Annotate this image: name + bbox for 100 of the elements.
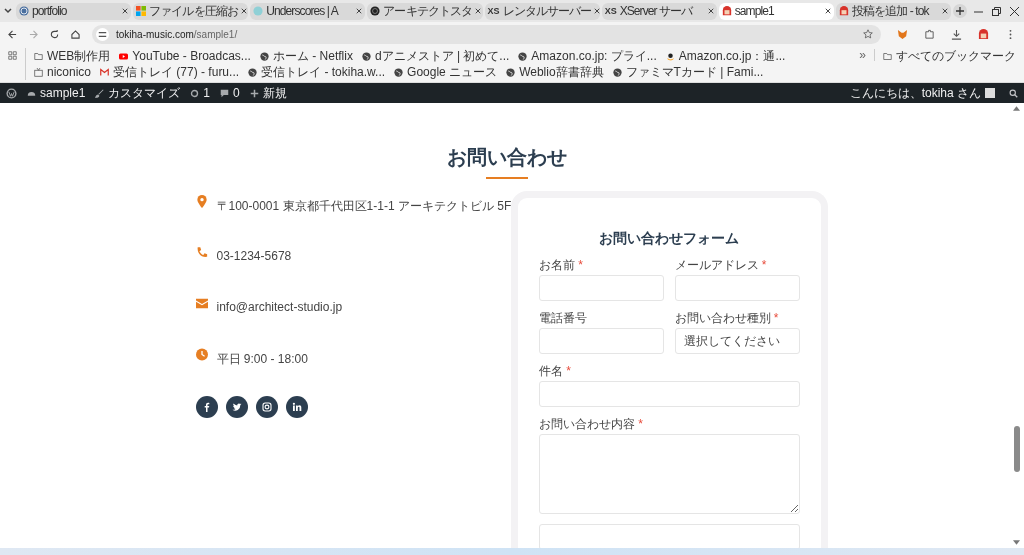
puzzle-icon[interactable] xyxy=(924,28,935,40)
message-field[interactable] xyxy=(539,434,800,514)
admin-menu-item[interactable]: カスタマイズ xyxy=(95,84,181,102)
browser-tab[interactable]: portfolio xyxy=(16,2,132,20)
select-field[interactable]: 選択してください xyxy=(674,328,800,354)
home-icon[interactable] xyxy=(71,29,80,39)
more-bookmarks-button[interactable]: » xyxy=(859,48,866,64)
required-mark: * xyxy=(773,311,779,325)
field-label: 件名 xyxy=(539,364,564,378)
scroll-up-icon[interactable] xyxy=(1013,106,1020,111)
admin-menu-item[interactable]: 0 xyxy=(220,86,240,100)
bird-icon xyxy=(231,402,242,412)
social-button[interactable] xyxy=(285,396,308,418)
bookmark[interactable]: WEB制作用 xyxy=(34,48,111,64)
bookmark[interactable]: YouTube - Broadcas... xyxy=(119,48,251,64)
tab-title: portfolio xyxy=(32,4,67,18)
bookmark[interactable]: Weblio辞書辞典 xyxy=(506,64,604,80)
address-field[interactable]: tokiha-music.com/sample1/ xyxy=(92,24,881,44)
browser-tab[interactable]: XS XServer サーバ xyxy=(601,2,717,20)
bookmark[interactable]: Google ニュース xyxy=(394,64,498,80)
bookmark-label: ホーム - Netflix xyxy=(272,47,353,65)
tv-icon xyxy=(34,67,43,77)
bookmark[interactable]: ファミマTカード | Fami... xyxy=(612,64,764,80)
clock-icon xyxy=(195,348,208,361)
new-tab-button[interactable] xyxy=(953,4,967,18)
field-label: お問い合わせ種別 xyxy=(674,311,771,325)
admin-menu-item[interactable]: 新規 xyxy=(249,84,287,102)
contact-text: info@architect-studio.jp xyxy=(216,300,343,314)
fox-icon[interactable] xyxy=(897,28,908,40)
close-icon[interactable] xyxy=(594,8,601,14)
bookmark[interactable]: 受信トレイ - tokiha.w... xyxy=(248,64,386,80)
close-icon[interactable] xyxy=(240,8,247,14)
close-icon[interactable] xyxy=(707,8,714,14)
input-field[interactable] xyxy=(539,275,664,301)
social-button[interactable] xyxy=(195,396,218,418)
social-button[interactable] xyxy=(255,396,278,418)
bookmark-label: niconico xyxy=(47,65,92,79)
tab-title: ファイルを圧縮お xyxy=(149,2,238,20)
scroll-thumb[interactable] xyxy=(1013,426,1020,472)
close-icon[interactable] xyxy=(475,8,482,14)
close-icon[interactable] xyxy=(356,8,363,14)
close-icon[interactable] xyxy=(942,8,948,14)
browser-tab[interactable]: ファイルを圧縮お xyxy=(133,2,249,20)
map-pin-icon xyxy=(195,195,208,208)
input-field[interactable] xyxy=(539,524,800,548)
bookmark[interactable]: niconico xyxy=(34,64,92,80)
tab-title: XServer サーバ xyxy=(619,2,693,20)
bookmark[interactable]: dアニメストア | 初めて... xyxy=(361,48,510,64)
restore-icon[interactable] xyxy=(992,6,1001,16)
plus-icon xyxy=(249,88,259,98)
greeting[interactable]: こんにちは、tokiha さん xyxy=(849,84,981,102)
admin-menu-item[interactable]: 1 xyxy=(190,86,211,100)
tab-title: レンタルサーバー xyxy=(502,2,592,20)
tab-list-icon[interactable] xyxy=(2,8,14,14)
reload-icon[interactable] xyxy=(50,29,59,39)
download-icon[interactable] xyxy=(951,28,962,40)
browser-tab[interactable]: Underscores | A xyxy=(250,2,366,20)
avatar-icon[interactable] xyxy=(978,28,989,40)
input-field[interactable] xyxy=(539,328,664,354)
apps-grid-icon[interactable] xyxy=(8,51,17,60)
field-label: お名前 xyxy=(539,258,576,272)
avatar-icon xyxy=(838,6,849,16)
bookmark[interactable]: ホーム - Netflix xyxy=(259,48,353,64)
browser-tab[interactable]: sample1 xyxy=(718,2,834,20)
social-button[interactable] xyxy=(225,396,248,418)
wordpress-icon[interactable] xyxy=(6,87,17,99)
required-mark: * xyxy=(638,417,643,431)
browser-tab[interactable]: XS レンタルサーバー xyxy=(484,2,600,20)
contact-text: 03-1234-5678 xyxy=(216,249,292,263)
field-label: お問い合わせ内容 xyxy=(539,417,636,431)
tab-title: 投稿を追加 - tok xyxy=(851,2,929,20)
windows-icon xyxy=(136,6,147,16)
form-title: お問い合わせフォーム xyxy=(598,229,741,248)
comment-icon xyxy=(220,88,230,98)
search-icon[interactable] xyxy=(1009,88,1018,98)
required-mark: * xyxy=(566,364,571,378)
star-icon[interactable] xyxy=(863,29,873,39)
globe-icon xyxy=(259,51,269,61)
section-heading: お問い合わせ xyxy=(445,144,568,171)
site-settings-icon[interactable] xyxy=(96,27,109,41)
all-bookmarks[interactable]: すべてのブックマーク xyxy=(883,48,1016,64)
bookmark[interactable]: 受信トレイ (77) - furu... xyxy=(100,64,240,80)
close-icon[interactable] xyxy=(824,8,831,14)
input-field[interactable] xyxy=(674,275,800,301)
scroll-down-icon[interactable] xyxy=(1013,540,1020,545)
bookmark[interactable]: Amazon.co.jp：通... xyxy=(665,48,786,64)
back-icon[interactable] xyxy=(8,29,17,39)
admin-menu-item[interactable]: sample1 xyxy=(27,86,86,100)
xs-logo: XS xyxy=(487,6,500,16)
contact-text: 〒100-0001 東京都千代田区1-1-1 アーキテクトビル 5F xyxy=(216,198,512,215)
browser-tab[interactable]: 投稿を追加 - tok xyxy=(835,2,951,20)
close-icon[interactable] xyxy=(1010,6,1019,16)
close-icon[interactable] xyxy=(122,8,129,14)
bookmark[interactable]: Amazon.co.jp: プライ... xyxy=(518,48,657,64)
bookmark-label: 受信トレイ - tokiha.w... xyxy=(261,63,386,81)
browser-tab[interactable]: アーキテクトスタ xyxy=(367,2,483,20)
input-field[interactable] xyxy=(539,381,800,407)
linkedin-icon xyxy=(291,402,302,412)
required-mark: * xyxy=(578,258,583,272)
globe-icon xyxy=(506,67,516,77)
